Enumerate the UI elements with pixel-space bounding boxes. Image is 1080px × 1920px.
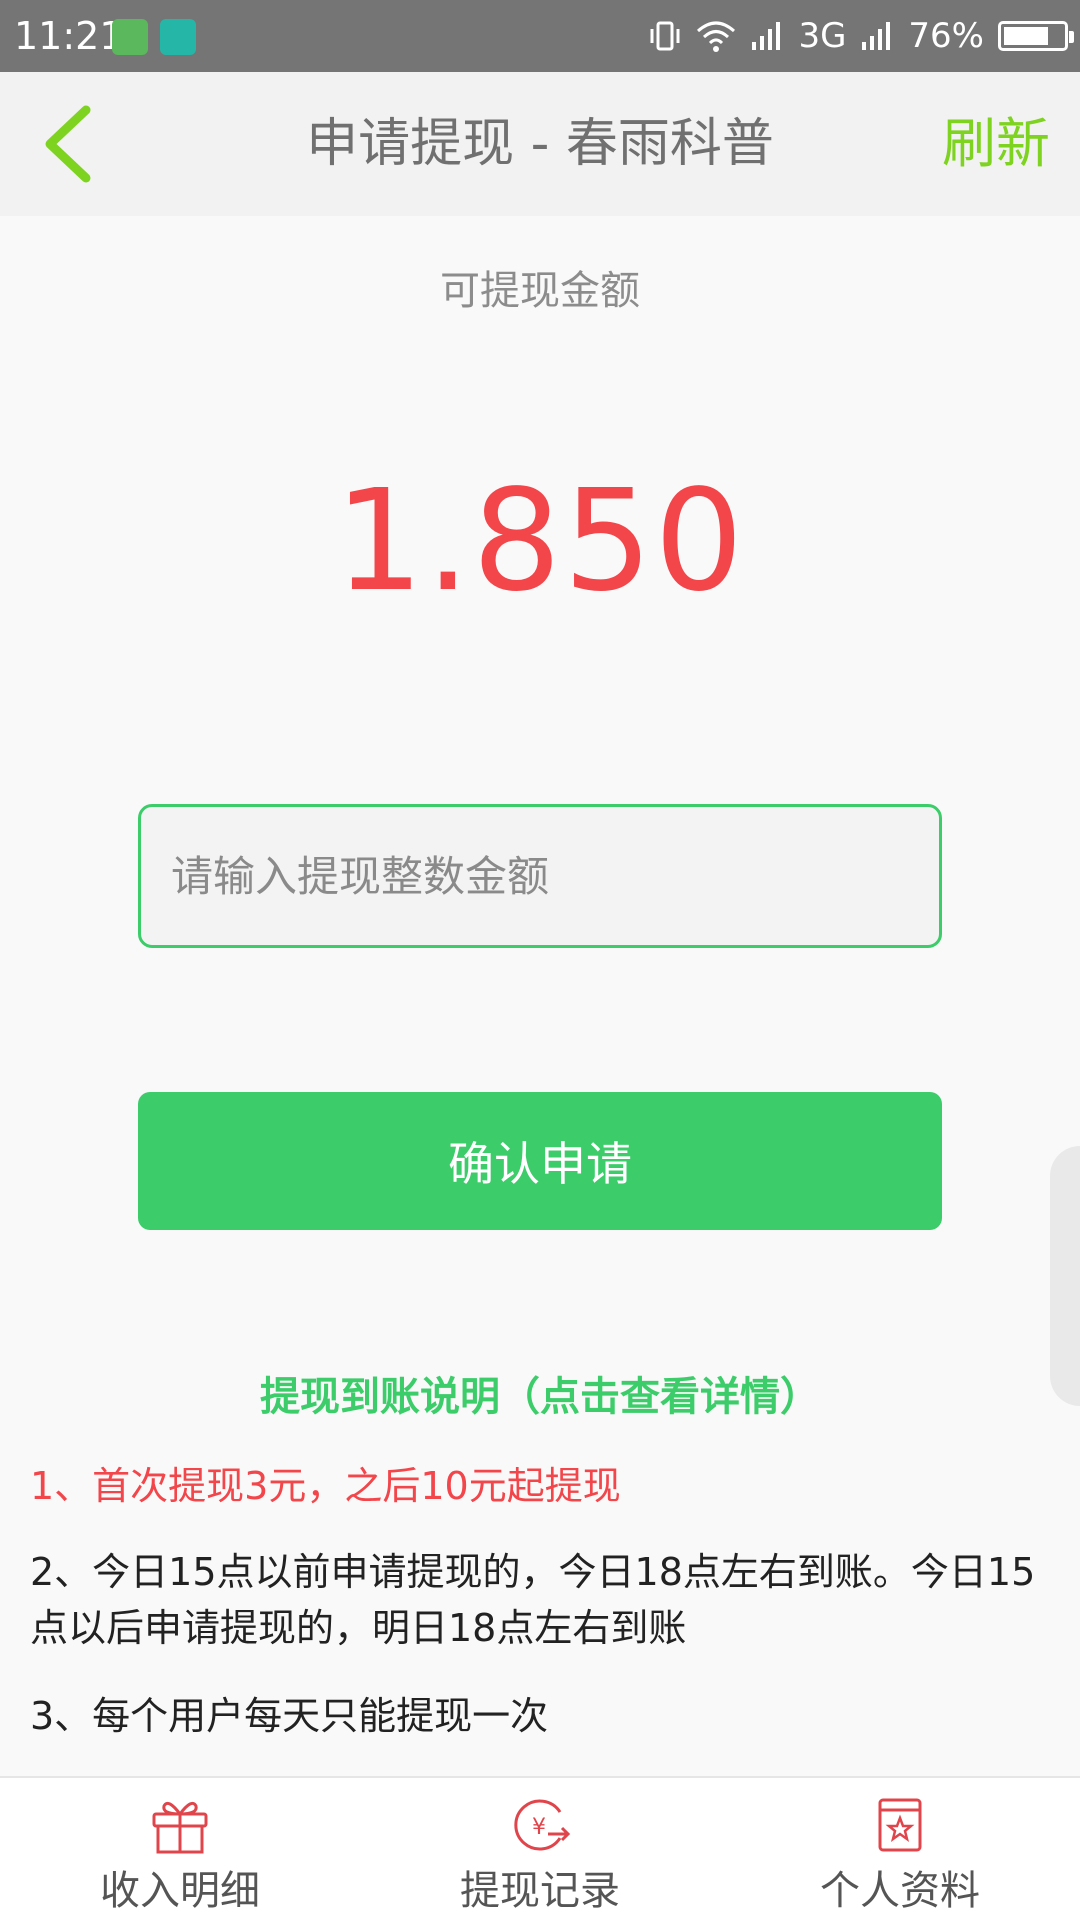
wifi-icon [697, 21, 736, 52]
profile-card-icon [878, 1798, 922, 1852]
title-bar: 申请提现 - 春雨科普 刷新 [0, 72, 1080, 216]
scan-app-icon [160, 19, 196, 55]
back-button[interactable] [36, 102, 116, 186]
signal-icon-2 [862, 22, 891, 50]
network-type: 3G [798, 16, 847, 56]
balance-label: 可提现金额 [440, 268, 640, 314]
status-bar: 11:21 3G 76% [0, 0, 1080, 72]
bottom-nav: 收入明细 ¥ 提现记录 个人资料 [0, 1776, 1080, 1920]
balance-amount: 1.850 [334, 460, 746, 623]
nav-item-profile[interactable]: 个人资料 [720, 1778, 1080, 1920]
nav-label: 个人资料 [820, 1868, 980, 1914]
note-item: 2、今日15点以前申请提现的，今日18点左右到账。今日15点以后申请提现的，明日… [30, 1550, 1036, 1650]
gift-icon [152, 1801, 208, 1854]
nav-item-income-detail[interactable]: 收入明细 [0, 1778, 360, 1920]
refresh-button[interactable]: 刷新 [942, 72, 1050, 216]
yuan-transfer-icon: ¥ [514, 1799, 571, 1851]
vibrate-icon [650, 21, 680, 51]
nav-item-withdraw-records[interactable]: ¥ 提现记录 [360, 1778, 720, 1920]
status-time: 11:21 [14, 14, 124, 58]
svg-text:¥: ¥ [532, 1815, 546, 1840]
note-item: 3、每个用户每天只能提现一次 [30, 1694, 549, 1738]
shield-app-icon [112, 19, 148, 55]
nav-label: 收入明细 [100, 1868, 260, 1914]
chevron-left-icon [45, 105, 91, 183]
withdraw-notes-link[interactable]: 提现到账说明（点击查看详情） [0, 1364, 1080, 1422]
battery-level [1004, 27, 1049, 45]
note-item: 1、首次提现3元，之后10元起提现 [30, 1464, 621, 1508]
battery-percent: 76% [908, 16, 984, 56]
signal-icon [752, 22, 781, 50]
withdraw-amount-input[interactable] [138, 804, 942, 948]
confirm-button[interactable]: 确认申请 [138, 1092, 942, 1230]
nav-label: 提现记录 [460, 1868, 620, 1914]
battery-icon [998, 21, 1074, 51]
page-title: 申请提现 - 春雨科普 [306, 114, 774, 174]
status-indicators: 3G 76% [648, 12, 1074, 60]
